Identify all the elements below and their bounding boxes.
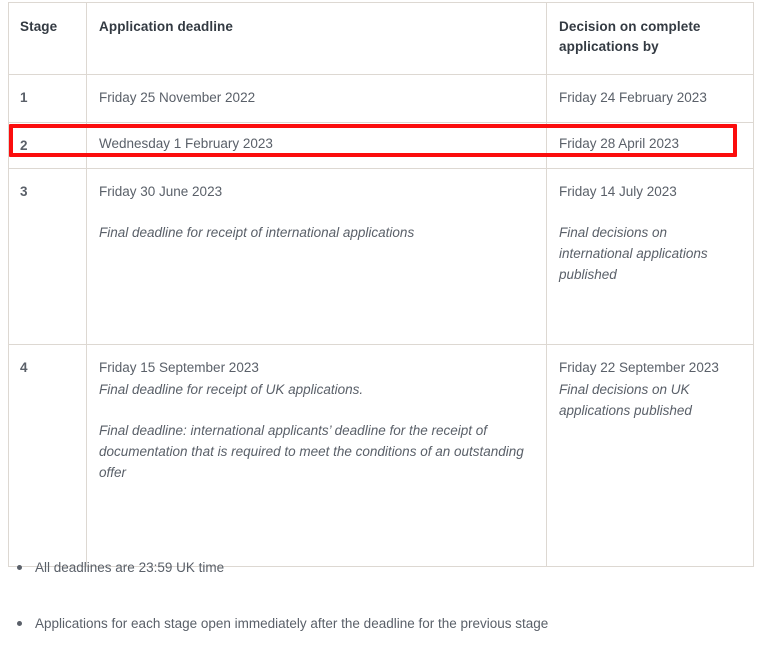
- list-item-label: All deadlines are 23:59 UK time: [35, 560, 225, 575]
- application-deadlines-table: Stage Application deadline Decision on c…: [8, 1, 754, 567]
- deadline-date: Friday 25 November 2022: [99, 90, 256, 106]
- deadline-date: Friday 30 June 2023: [99, 183, 223, 199]
- table-row: 4 Friday 15 September 2023 Final deadlin…: [8, 343, 754, 567]
- table-header: Stage Application deadline Decision on c…: [8, 1, 754, 76]
- table-row: 2 Wednesday 1 February 2023 Friday 28 Ap…: [8, 122, 754, 169]
- list-item: Applications for each stage open immedia…: [8, 614, 738, 634]
- notes-list: All deadlines are 23:59 UK time Applicat…: [8, 558, 738, 671]
- decision-date: Friday 24 February 2023: [559, 90, 707, 106]
- decision-date: Friday 28 April 2023: [559, 136, 680, 152]
- list-item-label: Applications for each stage open immedia…: [35, 616, 549, 632]
- decision-note: Final decisions on UK applications publi…: [559, 381, 692, 418]
- cell-decision-date: Friday 14 July 2023 Final decisions on i…: [546, 167, 754, 345]
- table-row: 1 Friday 25 November 2022 Friday 24 Febr…: [8, 74, 754, 124]
- bullet-icon: [17, 565, 22, 570]
- cell-decision-date: Friday 22 September 2023 Final decisions…: [546, 343, 754, 567]
- cell-application-deadline: Friday 25 November 2022: [86, 74, 547, 124]
- table-row: 3 Friday 30 June 2023 Final deadline for…: [8, 167, 754, 345]
- deadline-date: Friday 15 September 2023: [99, 359, 259, 375]
- deadline-date: Wednesday 1 February 2023: [99, 136, 273, 152]
- cell-application-deadline: Wednesday 1 February 2023: [86, 122, 547, 169]
- bullet-icon: [17, 621, 22, 627]
- deadline-note-secondary: Final deadline: international applicants…: [99, 422, 524, 480]
- cell-decision-date: Friday 28 April 2023: [546, 122, 754, 169]
- decision-note: Final decisions on international applica…: [559, 224, 708, 282]
- cell-decision-date: Friday 24 February 2023: [546, 74, 754, 124]
- cell-stage-number: 1: [8, 74, 87, 124]
- column-header-decision-by: Decision on complete applications by: [546, 1, 754, 76]
- column-header-application-deadline: Application deadline: [86, 1, 547, 76]
- table-body: 1 Friday 25 November 2022 Friday 24 Febr…: [8, 74, 754, 567]
- list-item: All deadlines are 23:59 UK time: [8, 558, 738, 578]
- cell-stage-number: 4: [8, 343, 87, 567]
- cell-application-deadline: Friday 30 June 2023 Final deadline for r…: [86, 167, 547, 345]
- table-header-row: Stage Application deadline Decision on c…: [8, 1, 754, 76]
- column-header-stage: Stage: [8, 1, 87, 76]
- cell-stage-number: 3: [8, 167, 87, 345]
- cell-stage-number: 2: [8, 122, 87, 169]
- deadline-note: Final deadline for receipt of internatio…: [99, 224, 415, 240]
- deadline-note: Final deadline for receipt of UK applica…: [99, 381, 364, 397]
- cell-application-deadline: Friday 15 September 2023 Final deadline …: [86, 343, 547, 567]
- decision-date: Friday 14 July 2023: [559, 183, 677, 199]
- decision-date: Friday 22 September 2023: [559, 359, 719, 375]
- page-root: Stage Application deadline Decision on c…: [0, 0, 762, 645]
